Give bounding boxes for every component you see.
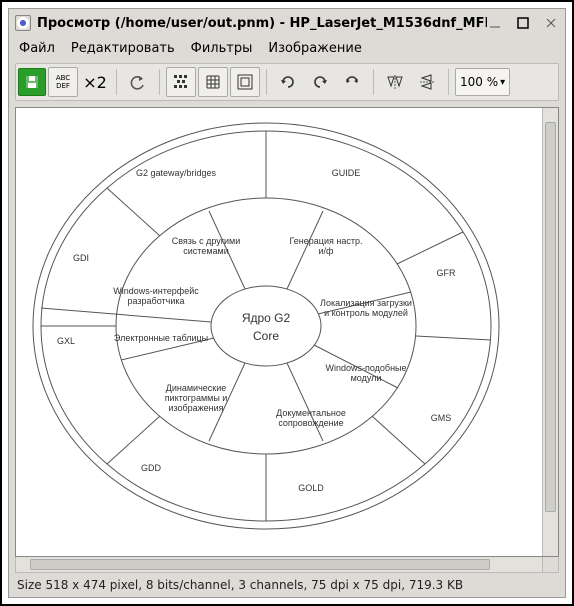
window-title: Просмотр (/home/user/out.pnm) - HP_Laser… <box>37 16 487 31</box>
diagram-outer-gdd: GDD <box>141 463 162 473</box>
scrollbar-corner <box>543 557 559 573</box>
diagram-inner-comm: Связь с другимисистемами <box>172 236 241 256</box>
diagram-outer-gxl: GXL <box>57 336 75 346</box>
status-text: Size 518 x 474 pixel, 8 bits/channel, 3 … <box>17 578 463 592</box>
grid-icon[interactable] <box>198 67 228 97</box>
diagram-inner-sheets: Электронные таблицы <box>114 333 208 343</box>
crop-autocrop-icon[interactable] <box>230 67 260 97</box>
diagram-outer-guide: GUIDE <box>332 168 361 178</box>
app-icon <box>15 15 31 31</box>
vertical-scrollbar[interactable] <box>542 108 558 556</box>
zoom-combo[interactable]: 100 % ▾ <box>455 68 510 96</box>
diagram-inner-windev: Windows-интерфейсразработчика <box>113 286 199 306</box>
titlebar: Просмотр (/home/user/out.pnm) - HP_Laser… <box>9 9 565 37</box>
chevron-down-icon: ▾ <box>500 77 505 88</box>
menu-edit[interactable]: Редактировать <box>71 41 175 56</box>
diagram-inner-winlike: Windows-подобныемодули <box>325 363 406 383</box>
image-canvas[interactable]: Ядро G2 Core Связь с другимисистемами Ге… <box>16 108 542 556</box>
diagram-inner-pict: Динамическиепиктограммы иизображения <box>165 383 228 413</box>
diagram-core-l2: Core <box>253 329 279 343</box>
undo-button[interactable] <box>123 67 153 97</box>
close-button[interactable] <box>543 15 559 31</box>
menubar: Файл Редактировать Фильтры Изображение <box>9 37 565 60</box>
diagram-outer-gms: GMS <box>431 413 452 423</box>
dither-icon[interactable] <box>166 67 196 97</box>
horizontal-scrollbar-thumb[interactable] <box>30 559 490 570</box>
minimize-button[interactable] <box>487 15 503 31</box>
menu-filters[interactable]: Фильтры <box>191 41 253 56</box>
save-button[interactable] <box>18 68 46 96</box>
toolbar: ABCDEF ×2 <box>15 63 559 101</box>
diagram-inner-local: Локализация загрузкии контроль модулей <box>320 298 412 318</box>
menu-image[interactable]: Изображение <box>268 41 361 56</box>
zoom-2x-button[interactable]: ×2 <box>80 67 110 97</box>
menu-file[interactable]: Файл <box>19 41 55 56</box>
image-viewport: Ядро G2 Core Связь с другимисистемами Ге… <box>15 107 559 557</box>
horizontal-scrollbar[interactable] <box>15 557 543 573</box>
diagram-outer-gfr: GFR <box>437 268 456 278</box>
statusbar: Size 518 x 474 pixel, 8 bits/channel, 3 … <box>9 573 565 597</box>
rotate-cw-icon[interactable] <box>273 67 303 97</box>
ocr-button[interactable]: ABCDEF <box>48 67 78 97</box>
maximize-button[interactable] <box>515 15 531 31</box>
diagram-outer-g2gw: G2 gateway/bridges <box>136 168 217 178</box>
zoom-value: 100 % <box>460 75 498 89</box>
diagram-inner-doc: Документальноесопровождение <box>276 408 346 428</box>
vertical-scrollbar-thumb[interactable] <box>545 122 556 512</box>
diagram-inner-gen: Генерация настр.и/ф <box>290 236 363 256</box>
rotate-180-icon[interactable] <box>337 67 367 97</box>
diagram-outer-gdi: GDI <box>73 253 89 263</box>
rotate-ccw-icon[interactable] <box>305 67 335 97</box>
flip-vertical-icon[interactable] <box>412 67 442 97</box>
diagram-outer-gold: GOLD <box>298 483 324 493</box>
flip-horizontal-icon[interactable] <box>380 67 410 97</box>
diagram-core-l1: Ядро G2 <box>242 311 291 325</box>
